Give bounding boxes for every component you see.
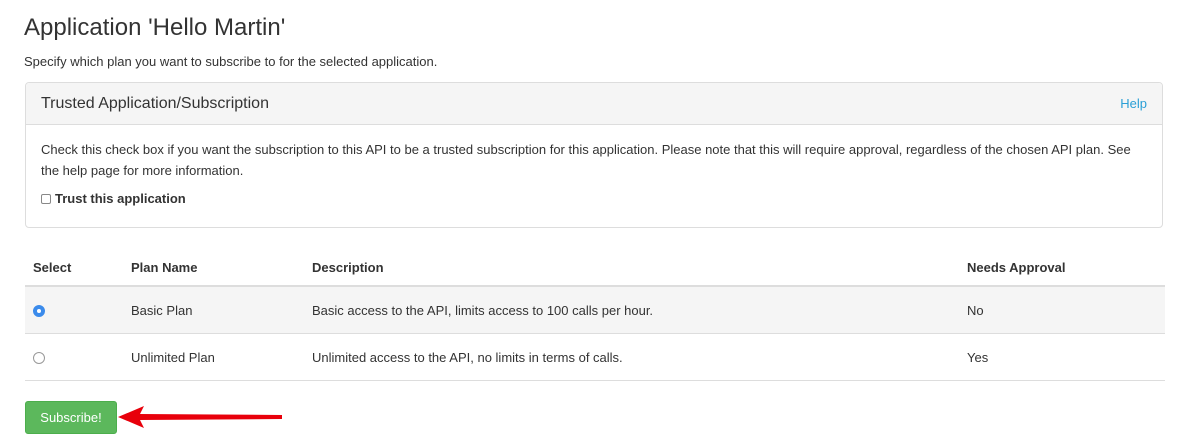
table-row[interactable]: Unlimited Plan Unlimited access to the A… xyxy=(25,333,1165,381)
select-cell xyxy=(25,333,123,381)
column-header-needs-approval: Needs Approval xyxy=(959,250,1165,287)
panel-description: Check this check box if you want the sub… xyxy=(41,142,1131,178)
panel-heading: Trusted Application/Subscription Help xyxy=(26,83,1162,125)
help-link[interactable]: Help xyxy=(1120,96,1147,111)
subscribe-button[interactable]: Subscribe! xyxy=(25,401,117,434)
column-header-select: Select xyxy=(25,250,123,287)
panel-title: Trusted Application/Subscription xyxy=(41,94,269,112)
table-header-row: Select Plan Name Description Needs Appro… xyxy=(25,250,1165,287)
plan-description-cell: Basic access to the API, limits access t… xyxy=(304,286,959,334)
needs-approval-cell: Yes xyxy=(959,333,1165,381)
column-header-plan-name: Plan Name xyxy=(123,250,304,287)
plans-table: Select Plan Name Description Needs Appro… xyxy=(25,250,1165,381)
trusted-application-panel: Trusted Application/Subscription Help Ch… xyxy=(25,82,1163,228)
trust-application-checkbox[interactable] xyxy=(41,193,51,204)
page-title: Application 'Hello Martin' xyxy=(24,14,286,41)
plan-radio-basic[interactable] xyxy=(33,305,45,318)
plan-name-cell: Basic Plan xyxy=(123,286,304,334)
trust-application-checkbox-row[interactable]: Trust this application xyxy=(41,191,1147,206)
plan-name-cell: Unlimited Plan xyxy=(123,333,304,381)
plan-description-cell: Unlimited access to the API, no limits i… xyxy=(304,333,959,381)
page-subtitle: Specify which plan you want to subscribe… xyxy=(24,54,438,69)
panel-body: Check this check box if you want the sub… xyxy=(26,125,1162,206)
trust-application-label[interactable]: Trust this application xyxy=(55,191,186,206)
column-header-description: Description xyxy=(304,250,959,287)
plan-radio-unlimited[interactable] xyxy=(33,352,45,365)
needs-approval-cell: No xyxy=(959,286,1165,334)
select-cell xyxy=(25,286,123,334)
annotation-arrow-icon xyxy=(118,406,282,428)
table-row[interactable]: Basic Plan Basic access to the API, limi… xyxy=(25,286,1165,334)
